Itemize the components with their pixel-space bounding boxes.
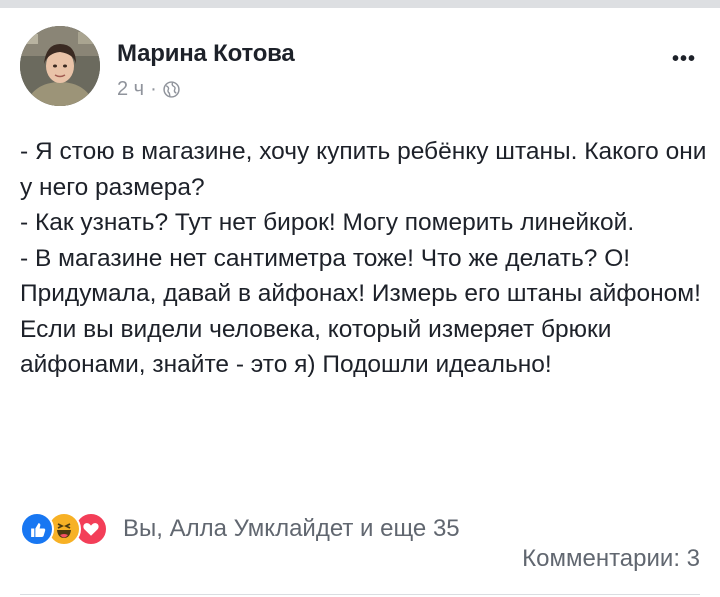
post-line: - Как узнать? Тут нет бирок! Могу помери… xyxy=(20,209,635,236)
reactions-summary[interactable]: Вы, Алла Умклайдет и еще 35 xyxy=(123,515,460,543)
avatar-photo xyxy=(20,26,100,106)
post-header: Марина Котова 2 ч · ••• xyxy=(20,26,700,110)
divider xyxy=(20,594,700,595)
author-name[interactable]: Марина Котова xyxy=(117,40,295,68)
meta-separator: · xyxy=(150,78,157,100)
more-options-icon[interactable]: ••• xyxy=(672,48,696,71)
post-line: Если вы видели человека, который измеряе… xyxy=(20,315,612,379)
top-separator xyxy=(0,0,720,8)
avatar[interactable] xyxy=(20,26,100,106)
post-meta: 2 ч · xyxy=(117,78,180,101)
like-icon xyxy=(20,512,54,546)
post-line: - В магазине нет сантиметра тоже! Что же… xyxy=(20,244,701,308)
post-time[interactable]: 2 ч xyxy=(117,78,144,101)
reactions-bar[interactable]: Вы, Алла Умклайдет и еще 35 xyxy=(20,512,460,546)
post-line: - Я стою в магазине, хочу купить ребёнку… xyxy=(20,138,707,201)
post-text: - Я стою в магазине, хочу купить ребёнку… xyxy=(20,134,710,383)
globe-icon xyxy=(163,81,180,98)
comments-count[interactable]: Комментарии: 3 xyxy=(522,545,700,573)
